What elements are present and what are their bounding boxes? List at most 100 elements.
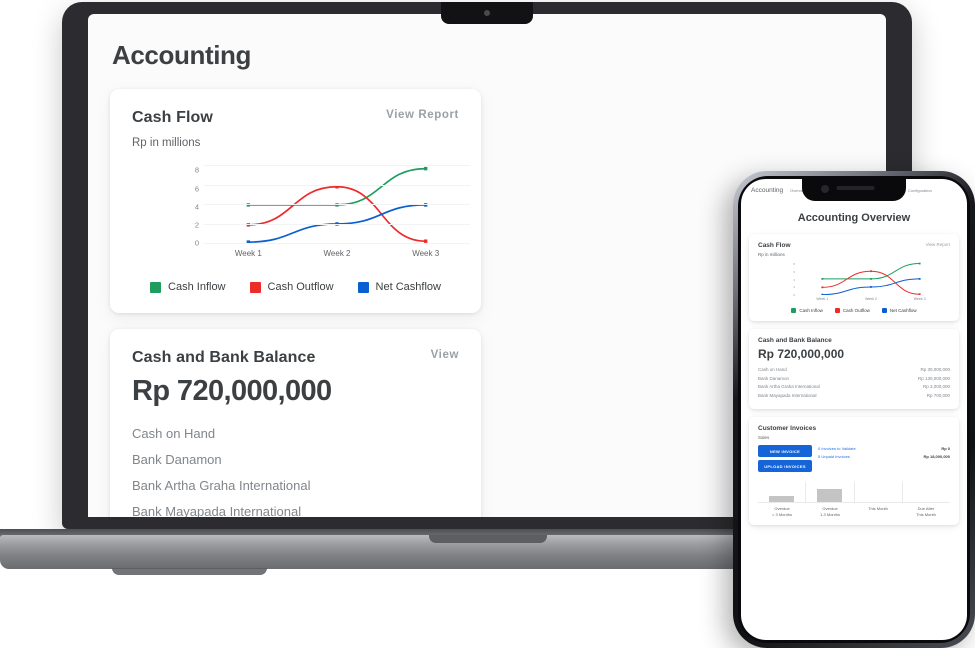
bar-category-label: Overdue 1-3 Months [819, 506, 840, 517]
bar-cell [901, 482, 950, 502]
legend-item: Cash Inflow [150, 281, 226, 293]
phone-cash-flow-card: Cash Flow View Report Rp in millions 0 2 4… [749, 234, 959, 321]
phone-bank-account-value: Rp 30,000,000 [920, 367, 950, 372]
screenshot-stage: Accounting Cash Flow View Report Rp in m… [0, 0, 975, 648]
phone-bank-account-name: Bank Mayapada International [758, 392, 817, 398]
phone-bank-account-row: Bank Artha Graha International Rp 3,000,0… [758, 384, 950, 389]
y-tick-label: 6 [194, 184, 199, 194]
laptop-base-notch [428, 535, 547, 543]
phone-invoices-button-group: NEW INVOICE UPLOAD INVOICES [758, 445, 812, 475]
page-title: Accounting [112, 40, 251, 70]
phone-bank-account-row: Bank Mayapada International Rp 700,000 [758, 393, 950, 398]
y-tick-label: 0 [793, 293, 795, 297]
bank-account-row: Bank Mayapada International [132, 504, 459, 517]
y-tick-label: 6 [793, 269, 795, 274]
legend-swatch [881, 308, 887, 313]
laptop-camera-icon [484, 10, 490, 16]
balance-amount: Rp 720,000,000 [132, 375, 332, 407]
balance-title: Cash and Bank Balance [132, 349, 316, 366]
action-button[interactable]: NEW INVOICE [758, 445, 812, 457]
chart-plot-area: 0 2 4 6 8 [195, 165, 470, 248]
phone-nav-item[interactable]: Configuration [908, 188, 932, 193]
phone-speaker-icon [836, 186, 875, 190]
phone-balance-title: Cash and Bank Balance [758, 337, 832, 344]
bank-account-list: Cash on Hand Bank Danamon Bank Artha Graha… [132, 426, 459, 517]
cash-flow-title: Cash Flow [132, 109, 213, 126]
legend-item: Net Cashflow [881, 308, 917, 313]
y-tick-label: 8 [793, 262, 795, 267]
phone-view-report-link[interactable]: View Report [926, 242, 950, 247]
y-tick-label: 0 [194, 238, 199, 248]
phone-cash-flow-title: Cash Flow [758, 242, 791, 249]
bar-category-label: Overdue > 3 Months [772, 506, 792, 517]
phone-chart-x-axis: Week 1 Week 2 Week 3 [798, 297, 944, 301]
stat-value: Rp 18,000,000 [923, 454, 950, 459]
stat-label[interactable]: 5 Unpaid Invoices [818, 454, 850, 459]
laptop-base-foot [112, 568, 267, 575]
phone-invoices-stats: 0 Invoices to Validate Rp 0 5 Unpaid Invoi… [818, 445, 950, 475]
stat-label[interactable]: 0 Invoices to Validate [818, 446, 856, 451]
phone-invoices-subtitle: Sales [758, 435, 770, 440]
chart-x-axis: Week 1 Week 2 Week 3 [204, 249, 470, 258]
legend-label: Cash Inflow [799, 308, 823, 313]
cash-bank-balance-card: Cash and Bank Balance View Rp 720,000,00… [110, 329, 481, 517]
view-link[interactable]: View [431, 349, 459, 361]
cash-flow-chart: 0 2 4 6 8 Week 1 Week 2 Week 3 [132, 165, 470, 265]
x-tick-label: Week 1 [234, 249, 262, 258]
chart-legend: Cash Inflow Cash Outflow Net Cashflow [132, 281, 459, 293]
cash-flow-header: Cash Flow View Report [132, 109, 459, 127]
phone-invoices-title: Customer Invoices [758, 425, 817, 432]
phone-invoices-bar-chart [758, 482, 950, 502]
legend-swatch [357, 281, 369, 293]
phone-bank-account-value: Rp 130,000,000 [917, 375, 950, 381]
phone-bank-account-name: Bank Artha Graha International [758, 384, 820, 389]
phone-bank-account-value: Rp 700,000 [926, 392, 950, 398]
cash-flow-subtitle: Rp in millions [132, 137, 201, 149]
y-tick-label: 2 [194, 220, 199, 230]
x-tick-label: Week 2 [865, 297, 877, 301]
phone-balance-amount: Rp 720,000,000 [758, 347, 845, 361]
bank-account-name: Cash on Hand [132, 426, 216, 441]
bar [817, 489, 843, 502]
x-tick-label: Week 3 [913, 297, 926, 301]
bank-account-name: Bank Artha Graha International [132, 478, 311, 493]
bar [769, 496, 795, 502]
phone-bank-account-value: Rp 3,000,000 [922, 384, 950, 389]
legend-swatch [791, 308, 797, 313]
legend-label: Net Cashflow [889, 308, 917, 313]
bank-account-row: Cash on Hand [132, 426, 459, 441]
phone-invoices-bar-labels: Overdue > 3 Months Overdue 1-3 Months This M… [758, 506, 950, 517]
stat-row: 5 Unpaid Invoices Rp 18,000,000 [818, 454, 950, 459]
phone-bank-account-list: Cash on Hand Rp 30,000,000 Bank Danamon Rp … [758, 367, 950, 398]
legend-item: Cash Outflow [834, 308, 870, 313]
y-tick-label: 2 [793, 285, 795, 290]
legend-swatch [834, 308, 840, 313]
bar-category-label: This Month [868, 506, 888, 511]
x-tick-label: Week 2 [323, 249, 351, 258]
phone-screen: Accounting OverviewCustomersVendorsAccou… [741, 179, 967, 640]
phone-device: Accounting OverviewCustomersVendorsAccou… [733, 171, 975, 648]
phone-balance-card: Cash and Bank Balance Rp 720,000,000 Cas… [749, 329, 959, 409]
bank-account-name: Bank Danamon [132, 452, 222, 467]
x-tick-label: Week 3 [412, 249, 440, 258]
bar-cell [805, 482, 853, 502]
bank-account-row: Bank Artha Graha International [132, 478, 459, 493]
legend-item: Cash Inflow [791, 308, 823, 313]
legend-label: Cash Outflow [267, 281, 334, 293]
action-button[interactable]: UPLOAD INVOICES [758, 460, 812, 472]
balance-header: Cash and Bank Balance View [132, 349, 459, 367]
stat-value: Rp 0 [941, 446, 950, 451]
legend-label: Net Cashflow [375, 281, 441, 293]
phone-cash-flow-subtitle: Rp in millions [758, 252, 785, 257]
y-tick-label: 4 [793, 277, 795, 282]
phone-bank-account-row: Bank Danamon Rp 130,000,000 [758, 376, 950, 381]
phone-chart-plot: 0 2 4 6 8 [793, 262, 944, 297]
phone-cash-flow-chart: 0 2 4 6 8 Week 1 Week 2 Week 3 [758, 262, 950, 304]
legend-item: Net Cashflow [357, 281, 441, 293]
view-report-link[interactable]: View Report [386, 109, 459, 121]
phone-notch [802, 179, 906, 201]
phone-bank-account-row: Cash on Hand Rp 30,000,000 [758, 367, 950, 372]
bank-account-row: Bank Danamon [132, 452, 459, 467]
phone-camera-icon [821, 185, 829, 193]
y-tick-label: 4 [194, 202, 199, 212]
